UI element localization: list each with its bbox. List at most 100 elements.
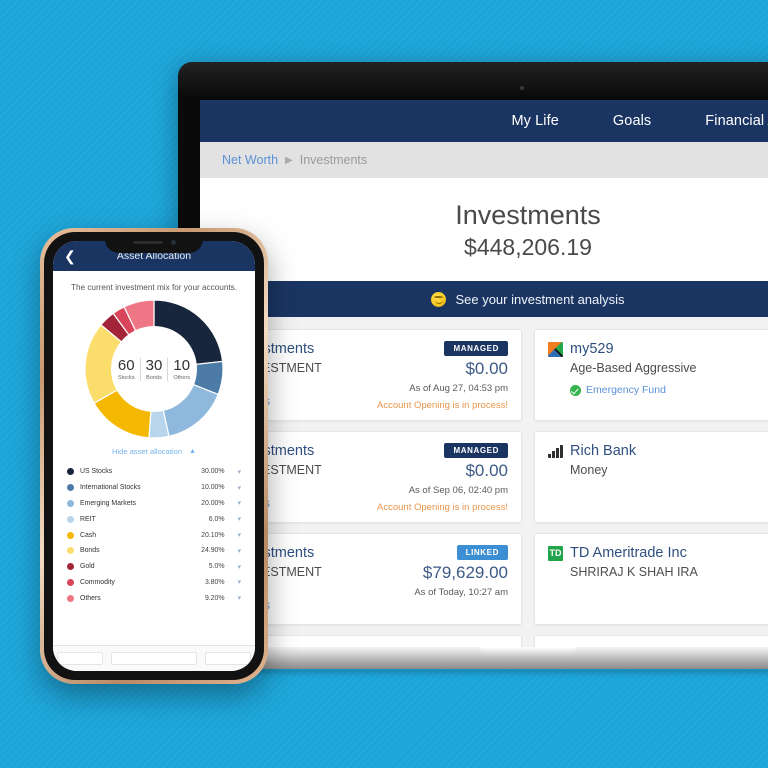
top-navigation: My Life Goals Financial Accounts xyxy=(200,100,768,142)
legend-percent: 30.00% xyxy=(201,468,225,476)
laptop-camera-icon xyxy=(520,86,524,90)
hide-asset-allocation-label: Hide asset allocation xyxy=(111,447,183,456)
legend-percent: 9.20% xyxy=(204,594,225,602)
phone-bezel: ❮ Asset Allocation The current investmen… xyxy=(44,232,264,680)
nav-item-financial-accounts[interactable]: Financial Accounts xyxy=(705,113,768,129)
legend-label: Emerging Markets xyxy=(80,499,136,507)
legend-color-dot xyxy=(67,484,74,492)
accounts-grid: gInvestments MANAGED G INVESTMENT $0.00 … xyxy=(214,329,768,647)
breadcrumb: Net Worth ▶ Investments xyxy=(200,142,768,178)
account-name: Rich Bank xyxy=(570,443,637,459)
account-balance: $0.00 xyxy=(465,359,508,378)
account-balance: $79,629.00 xyxy=(422,563,508,582)
nav-item-goals[interactable]: Goals xyxy=(613,113,651,129)
breadcrumb-current: Investments xyxy=(299,153,368,167)
donut-chart-wrapper: 60 Stocks 30 Bonds 10 Others xyxy=(64,300,244,438)
legend-percent: 6.0% xyxy=(208,515,225,523)
legend-percent: 5.0% xyxy=(208,563,225,571)
chevron-down-icon[interactable]: ▾ xyxy=(237,578,241,586)
screenshot-stage: My Life Goals Financial Accounts Net Wor… xyxy=(0,0,768,768)
legend-label: Gold xyxy=(80,563,95,571)
tab-item[interactable] xyxy=(57,652,103,665)
chevron-down-icon[interactable]: ▾ xyxy=(237,547,241,555)
legend-color-dot xyxy=(67,578,74,586)
phone-speaker-icon xyxy=(132,241,163,244)
legend-row[interactable]: Cash 20.10% ▾ xyxy=(67,527,241,543)
breadcrumb-net-worth[interactable]: Net Worth xyxy=(222,153,278,167)
chevron-down-icon[interactable]: ▾ xyxy=(237,499,241,507)
legend-row[interactable]: Commodity 3.80% ▾ xyxy=(67,574,241,590)
smiley-icon xyxy=(431,291,447,307)
phone-tab-bar[interactable] xyxy=(53,645,255,671)
tab-item[interactable] xyxy=(111,652,197,665)
legend-color-dot xyxy=(67,594,74,602)
kpi-group: 60 Stocks 30 Bonds 10 Others xyxy=(113,356,195,381)
asset-allocation-donut-chart: 60 Stocks 30 Bonds 10 Others xyxy=(85,300,223,438)
account-tag-label[interactable]: Emergency Fund xyxy=(586,384,666,396)
donut-center: 60 Stocks 30 Bonds 10 Others xyxy=(111,326,197,412)
kpi-bonds: 30 Bonds xyxy=(139,356,168,381)
accounts-area: gInvestments MANAGED G INVESTMENT $0.00 … xyxy=(200,317,768,647)
legend-label: Commodity xyxy=(80,578,115,586)
legend-row[interactable]: REIT 6.0% ▾ xyxy=(67,511,241,527)
chevron-down-icon[interactable]: ▾ xyxy=(237,515,241,523)
legend-label: Bonds xyxy=(80,547,100,555)
kpi-stocks-value: 60 xyxy=(117,356,135,374)
legend-row[interactable]: Others 9.20% ▾ xyxy=(67,590,241,606)
chevron-down-icon[interactable]: ▾ xyxy=(237,594,241,602)
check-circle-icon xyxy=(570,384,581,396)
kpi-stocks-label: Stocks xyxy=(117,374,135,381)
legend-color-dot xyxy=(67,563,74,571)
kpi-bonds-label: Bonds xyxy=(146,374,162,381)
account-card[interactable]: TD TD Ameritrade Inc SHRIRAJ K SHAH IRA xyxy=(534,533,768,625)
page-title: Investments xyxy=(455,200,601,230)
kpi-others-label: Others xyxy=(173,374,191,381)
chevron-down-icon[interactable]: ▾ xyxy=(237,531,241,539)
hide-asset-allocation-link[interactable]: Hide asset allocation ▲ xyxy=(64,447,244,456)
allocation-caption: The current investment mix for your acco… xyxy=(70,283,238,292)
status-badge: MANAGED xyxy=(444,341,508,356)
account-subtitle: SHRIRAJ K SHAH IRA xyxy=(570,565,698,579)
account-name: TD Ameritrade Inc xyxy=(570,545,687,561)
chevron-down-icon[interactable]: ▾ xyxy=(237,484,241,492)
phone-camera-icon xyxy=(170,240,176,245)
tab-item[interactable] xyxy=(205,652,251,665)
legend-color-dot xyxy=(67,531,74,539)
laptop-base-notch xyxy=(480,647,576,655)
legend-row[interactable]: Bonds 24.90% ▾ xyxy=(67,543,241,559)
legend-row[interactable]: Gold 5.0% ▾ xyxy=(67,559,241,575)
account-card[interactable] xyxy=(534,635,768,647)
account-card[interactable]: Rich Bank Money xyxy=(534,431,768,523)
status-badge: LINKED xyxy=(456,545,508,560)
account-status-note: Account Opening is in process! xyxy=(377,400,508,411)
legend-percent: 10.00% xyxy=(201,484,225,492)
chevron-down-icon[interactable]: ▾ xyxy=(237,468,241,476)
legend-label: US Stocks xyxy=(80,468,113,476)
legend-color-dot xyxy=(67,515,74,523)
account-as-of: As of Aug 27, 04:53 pm xyxy=(409,383,508,394)
phone-content: The current investment mix for your acco… xyxy=(53,271,255,606)
chevron-down-icon[interactable]: ▾ xyxy=(237,563,241,571)
kpi-bonds-value: 30 xyxy=(145,356,163,374)
account-subtitle: Money xyxy=(570,463,608,477)
investment-analysis-banner[interactable]: See your investment analysis xyxy=(200,281,768,317)
legend-color-dot xyxy=(67,499,74,507)
account-as-of: As of Today, 10:27 am xyxy=(414,587,508,598)
legend-label: Cash xyxy=(80,531,97,539)
phone-screen: ❮ Asset Allocation The current investmen… xyxy=(53,241,255,671)
legend-percent: 20.10% xyxy=(201,531,225,539)
my529-logo-icon xyxy=(548,341,563,357)
asset-allocation-legend: US Stocks 30.00% ▾ International Stocks 10.0… xyxy=(64,464,244,606)
legend-percent: 3.80% xyxy=(204,578,225,586)
bar-chart-logo-icon xyxy=(548,444,563,458)
account-as-of: As of Sep 06, 02:40 pm xyxy=(408,485,508,496)
td-logo-icon: TD xyxy=(548,545,563,561)
legend-row[interactable]: Emerging Markets 20.00% ▾ xyxy=(67,496,241,512)
account-card[interactable]: my529 Age-Based Aggressive Emergency Fun… xyxy=(534,329,768,421)
account-status-note: Account Opening is in process! xyxy=(377,502,508,513)
legend-row[interactable]: International Stocks 10.00% ▾ xyxy=(67,480,241,496)
account-subtitle: Age-Based Aggressive xyxy=(570,361,697,375)
status-badge: MANAGED xyxy=(444,443,508,458)
legend-row[interactable]: US Stocks 30.00% ▾ xyxy=(67,464,241,480)
nav-item-my-life[interactable]: My Life xyxy=(511,113,558,129)
